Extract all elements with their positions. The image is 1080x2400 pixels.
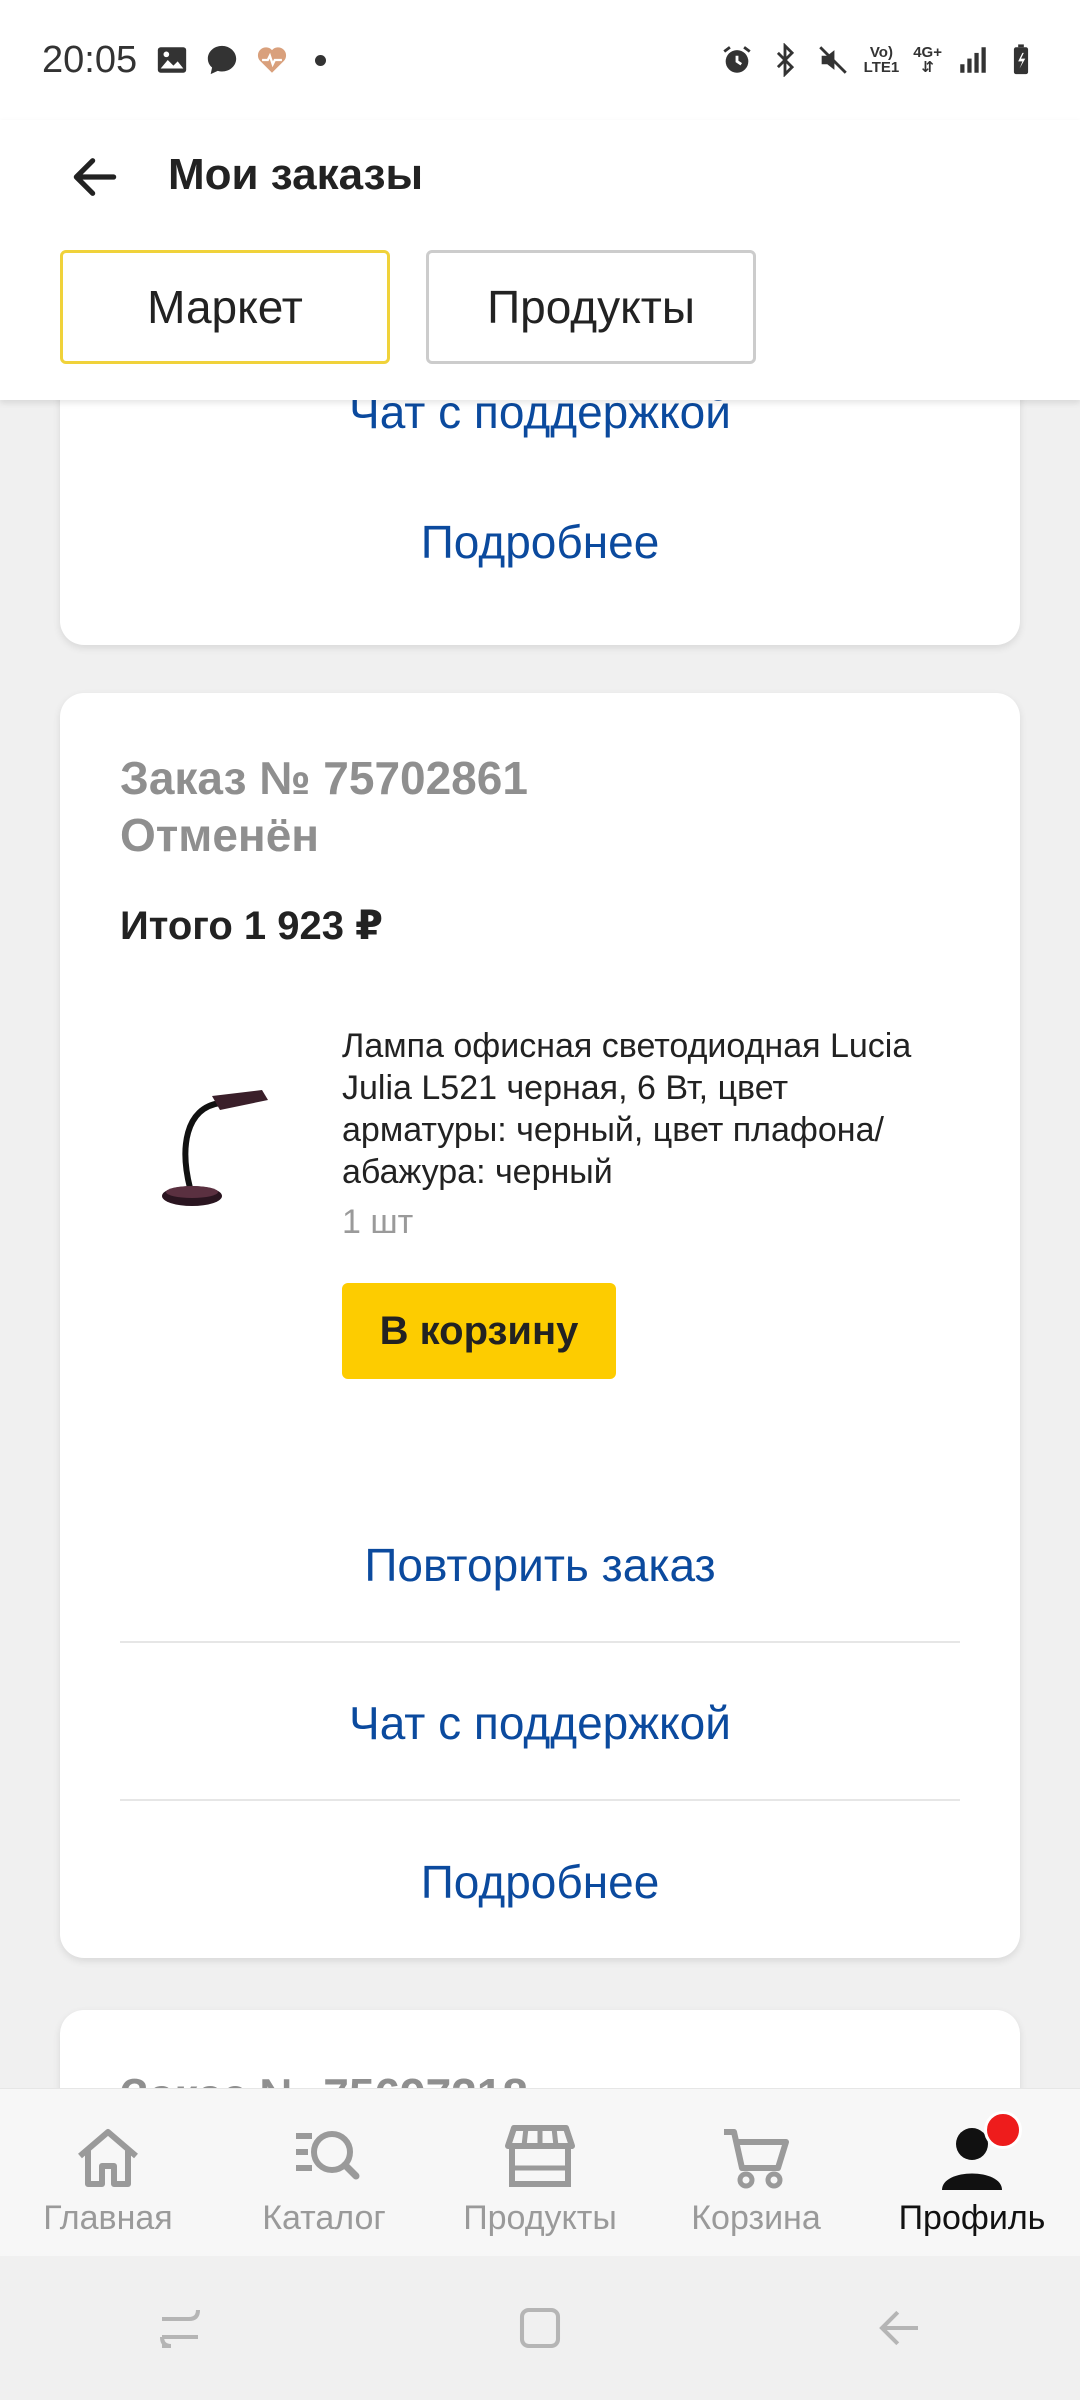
nav-label: Главная [43,2199,173,2237]
battery-charging-icon [1013,44,1029,75]
order-status: Отменён [120,809,320,861]
status-time: 20:05 [42,38,138,81]
volte-indicator: Vo) LTE1 [863,44,900,76]
more-notifications-dot [315,54,327,66]
cart-icon [724,2129,789,2189]
details-link[interactable]: Подробнее [60,1855,1020,1909]
system-navigation [0,2256,1080,2400]
order-total: Итого 1 923 ₽ [120,904,383,948]
nav-label: Продукты [463,2199,617,2237]
status-bar: 20:05 Vo) LTE1 4G+ ⇵ [0,0,1080,120]
catalog-search-icon [296,2131,360,2180]
order-card: Заказ № 75702861 Отменён Итого 1 923 ₽ Л… [60,693,1020,1958]
chat-support-link[interactable]: Чат с поддержкой [60,400,1020,439]
notification-badge [984,2111,1022,2149]
nav-item-cart[interactable]: Корзина [648,2089,864,2256]
tab-market[interactable]: Маркет [60,250,390,364]
product-image[interactable] [150,1058,280,1218]
gallery-icon [157,47,187,73]
app-header: Мои заказы Маркет Продукты [0,120,1080,400]
repeat-order-link[interactable]: Повторить заказ [60,1538,1020,1592]
home-square-icon [519,2307,561,2349]
details-link[interactable]: Подробнее [60,515,1020,569]
nav-item-home[interactable]: Главная [0,2089,216,2256]
add-to-cart-button[interactable]: В корзину [342,1283,616,1379]
signal-icon [960,47,986,73]
divider [120,1799,960,1801]
bottom-navigation: Главная Каталог Продукты Корзина Профиль [0,2088,1080,2256]
nav-label: Каталог [262,2199,386,2237]
system-status-icons: Vo) LTE1 4G+ ⇵ [720,43,1038,77]
back-arrow-icon [879,2310,918,2346]
back-nav-button[interactable] [860,2288,940,2368]
recent-apps-icon [159,2309,201,2349]
nav-item-catalog[interactable]: Каталог [216,2089,432,2256]
product-quantity: 1 шт [342,1203,414,1241]
page-title: Мои заказы [168,150,424,199]
order-number: Заказ № 75702861 [120,752,528,804]
order-card: Чат с поддержкой Подробнее [60,400,1020,645]
nav-item-profile[interactable]: Профиль [864,2089,1080,2256]
home-button[interactable] [500,2288,580,2368]
nav-label: Корзина [691,2199,821,2237]
recent-apps-button[interactable] [140,2288,220,2368]
order-number: Заказ № 75697218 [120,2068,528,2088]
store-icon [505,2125,575,2187]
orders-list[interactable]: Чат с поддержкой Подробнее Заказ № 75702… [0,400,1080,2088]
nav-item-products[interactable]: Продукты [432,2089,648,2256]
chat-bubble-icon [207,45,237,75]
chat-support-link[interactable]: Чат с поддержкой [60,1696,1020,1750]
back-button[interactable] [60,142,130,212]
nav-label: Профиль [898,2199,1046,2237]
notification-icons [155,43,327,77]
tab-products[interactable]: Продукты [426,250,756,364]
mute-icon [818,46,847,74]
order-card: Заказ № 75697218 [60,2010,1020,2088]
bluetooth-icon [776,43,794,77]
arrow-back-icon [73,158,117,196]
health-heart-icon [258,47,287,73]
product-name[interactable]: Лампа офисная светодиодная Lucia Julia L… [342,1025,962,1193]
divider [120,1641,960,1643]
alarm-icon [723,46,751,73]
home-icon [78,2129,138,2187]
data-indicator: 4G+ ⇵ [913,44,942,76]
